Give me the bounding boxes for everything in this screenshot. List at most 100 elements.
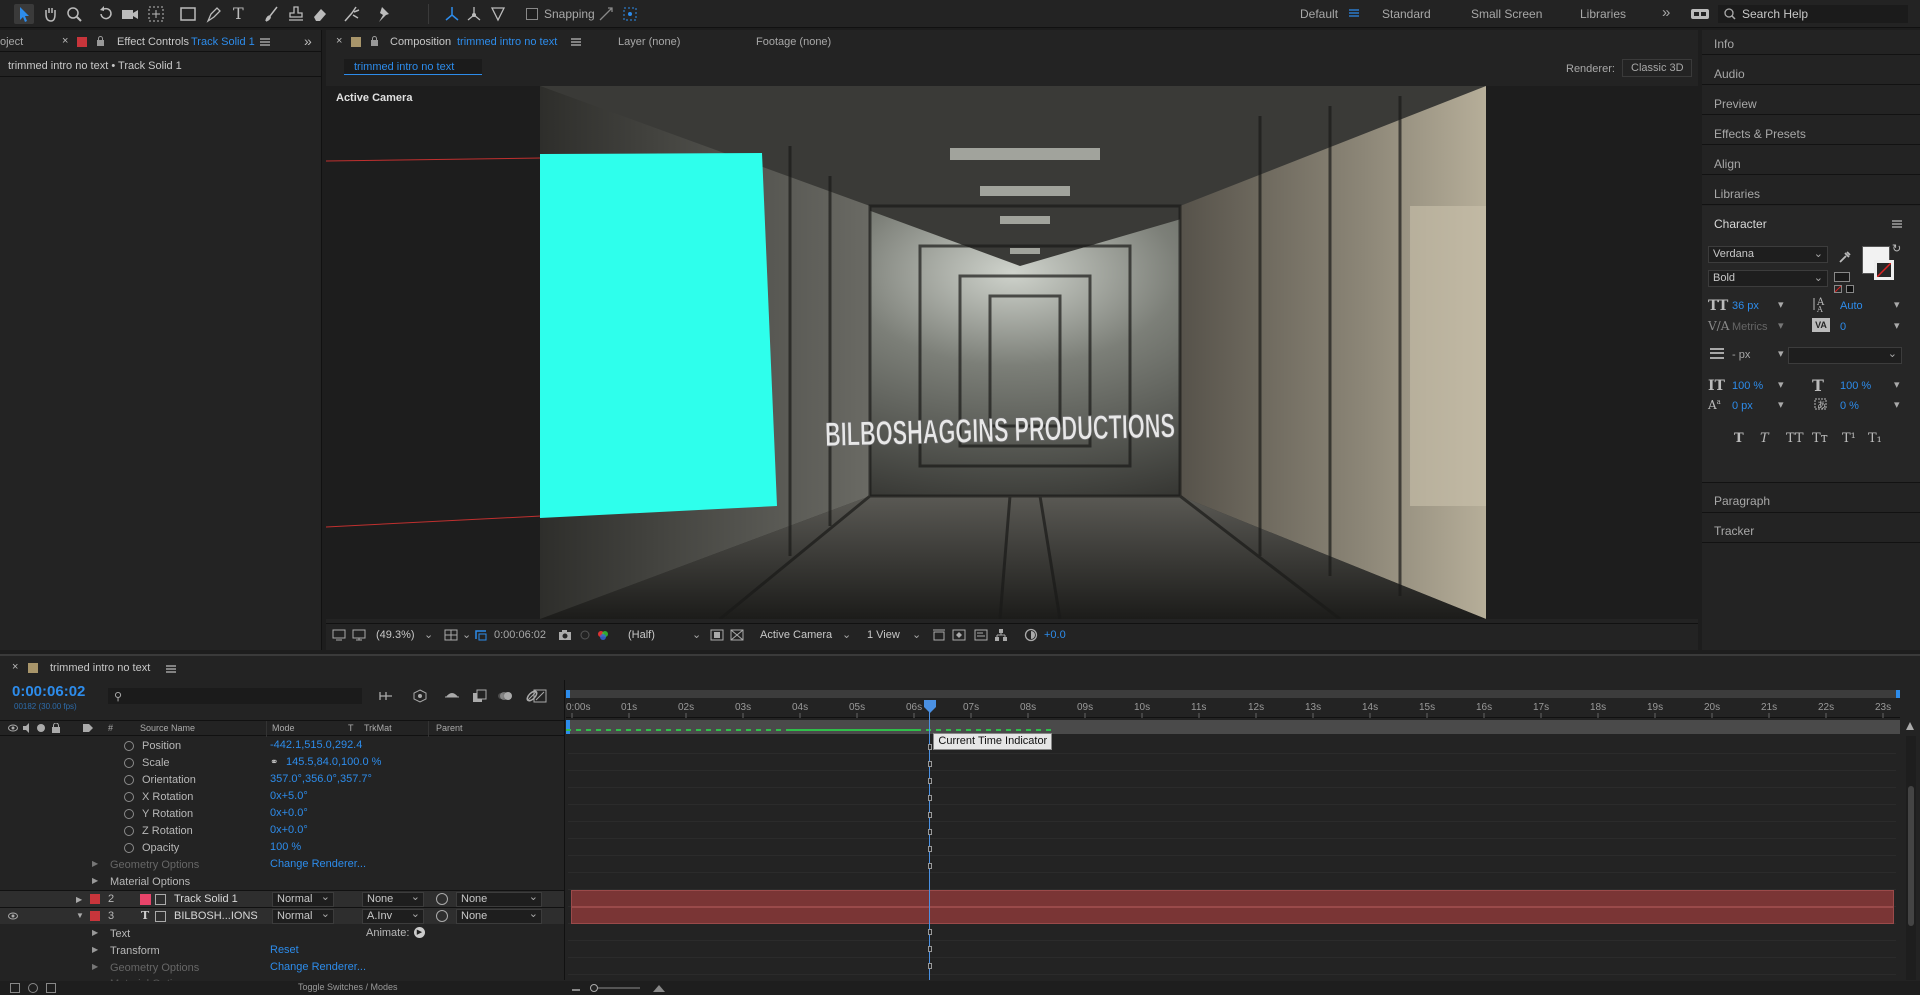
layer-3-trkmat-dropdown[interactable]: A.Inv ⌄ <box>362 908 424 924</box>
libraries-panel-header[interactable]: Libraries <box>1714 187 1760 201</box>
source-name-header[interactable]: Source Name <box>140 723 195 733</box>
animate-menu-icon[interactable]: ▶ <box>414 927 425 938</box>
pen-tool-icon[interactable] <box>204 4 224 24</box>
effects-presets-panel-header[interactable]: Effects & Presets <box>1714 127 1806 141</box>
range-start-handle[interactable] <box>566 720 570 734</box>
comp-panel-menu-icon[interactable] <box>571 37 581 47</box>
layer-2-pickwhip-icon[interactable] <box>436 893 448 905</box>
paragraph-panel-header[interactable]: Paragraph <box>1714 494 1770 508</box>
camera-tool-icon[interactable] <box>120 4 140 24</box>
selection-tool-icon[interactable] <box>14 4 34 24</box>
tsume-value[interactable]: 0 % <box>1840 400 1859 412</box>
always-preview-icon[interactable] <box>332 629 346 641</box>
tab-footage[interactable]: Footage (none) <box>756 36 831 48</box>
eyedropper-icon[interactable] <box>1838 250 1852 264</box>
viewer-timecode[interactable]: 0:00:06:02 <box>494 629 546 641</box>
brush-tool-icon[interactable] <box>262 4 282 24</box>
close-timeline-tab-icon[interactable]: × <box>12 661 18 673</box>
change-renderer-2-link[interactable]: Change Renderer... <box>270 961 366 973</box>
swap-colors-icon[interactable]: ↻ <box>1892 242 1901 255</box>
no-stroke-icon[interactable] <box>1834 285 1842 293</box>
transform-twirl-icon[interactable]: ▶ <box>92 945 98 954</box>
resolution-dropdown[interactable]: (Half) <box>628 629 655 641</box>
stroke-width-value[interactable]: - px <box>1732 349 1750 361</box>
material-options-twirl-icon[interactable]: ▶ <box>92 876 98 885</box>
prop-y-rotation-value[interactable]: 0x+0.0° <box>270 807 308 819</box>
roto-brush-tool-icon[interactable] <box>342 4 362 24</box>
search-help-field[interactable]: Search Help <box>1718 5 1908 23</box>
prop-z-rotation-value[interactable]: 0x+0.0° <box>270 824 308 836</box>
layer-3-twirl-icon[interactable]: ▼ <box>76 911 84 920</box>
work-area-start-handle[interactable] <box>566 690 570 698</box>
keyframe-marker[interactable] <box>928 846 933 852</box>
stopwatch-position-icon[interactable] <box>124 741 134 751</box>
layer-row-3[interactable]: ▼ 3 T BILBOSH...IONS Normal ⌄ A.Inv ⌄ No… <box>0 907 564 924</box>
transparency-grid-icon[interactable] <box>730 629 744 641</box>
tab-composition-name[interactable]: trimmed intro no text <box>457 36 557 48</box>
keyframe-marker[interactable] <box>928 795 933 801</box>
baseline-shift-chevron-icon[interactable]: ▾ <box>1778 398 1784 411</box>
tab-composition-prefix[interactable]: Composition <box>390 36 451 48</box>
frame-blending-icon[interactable] <box>472 689 488 703</box>
layer-3-name[interactable]: BILBOSH...IONS <box>174 910 258 922</box>
layer-2-mode-dropdown[interactable]: Normal ⌄ <box>272 891 334 907</box>
channels-icon[interactable] <box>596 629 610 641</box>
kerning-value[interactable]: Metrics <box>1732 321 1767 333</box>
pan-behind-tool-icon[interactable] <box>146 4 166 24</box>
timeline-comp-tab[interactable]: trimmed intro no text <box>50 662 150 674</box>
zoom-level[interactable]: (49.3%) <box>376 629 415 641</box>
keyframe-marker[interactable] <box>928 778 933 784</box>
view-layout-dropdown[interactable]: 1 View <box>867 629 900 641</box>
layer-switches-icon[interactable] <box>10 983 20 993</box>
keyframe-marker[interactable] <box>928 929 933 935</box>
prop-x-rotation-value[interactable]: 0x+5.0° <box>270 790 308 802</box>
stroke-color-swatch[interactable] <box>1874 260 1894 280</box>
horizontal-scale-chevron-icon[interactable]: ▾ <box>1894 378 1900 391</box>
faux-italic-button[interactable]: T <box>1760 431 1769 446</box>
zoom-tool-icon[interactable] <box>64 4 84 24</box>
comp-mini-flowchart-icon[interactable] <box>378 690 394 702</box>
layer-2-name[interactable]: Track Solid 1 <box>174 893 238 905</box>
prop-position-value[interactable]: -442.1,515.0,292.4 <box>270 739 362 751</box>
timeline-zoom-thumb[interactable] <box>590 984 598 992</box>
layer-3-parent-dropdown[interactable]: None ⌄ <box>456 908 542 924</box>
tracking-chevron-icon[interactable]: ▾ <box>1894 319 1900 332</box>
superscript-button[interactable]: T¹ <box>1842 431 1856 446</box>
tab-effect-controls[interactable]: Effect Controls <box>117 36 189 48</box>
transform-reset-link[interactable]: Reset <box>270 944 299 956</box>
zoom-in-icon[interactable] <box>652 983 666 993</box>
vertical-scale-value[interactable]: 100 % <box>1732 380 1763 392</box>
work-area-bar[interactable] <box>566 690 1900 698</box>
layer-2-twirl-icon[interactable]: ▶ <box>76 895 82 904</box>
timeline-scrollbar-thumb[interactable] <box>1908 786 1914 926</box>
tracker-panel-header[interactable]: Tracker <box>1714 524 1754 538</box>
shy-layers-icon[interactable] <box>444 688 460 702</box>
comp-lock-icon[interactable] <box>370 36 379 46</box>
kerning-chevron-icon[interactable]: ▾ <box>1778 319 1784 332</box>
close-comp-tab-icon[interactable]: × <box>336 35 342 47</box>
snapping-checkbox[interactable] <box>526 8 538 20</box>
prop-opacity-value[interactable]: 100 % <box>270 841 301 853</box>
timeline-icon[interactable] <box>974 629 988 641</box>
all-caps-button[interactable]: TT <box>1786 431 1804 446</box>
view-axis-mode-icon[interactable] <box>488 4 508 24</box>
leading-chevron-icon[interactable]: ▾ <box>1894 298 1900 311</box>
composition-viewer[interactable]: Active Camera BILBOSHAGGINS PRODUCTIONS <box>326 86 1698 619</box>
toggle-switches-modes-button[interactable]: Toggle Switches / Modes <box>298 982 398 992</box>
faux-bold-button[interactable]: T <box>1734 431 1744 446</box>
leading-value[interactable]: Auto <box>1840 300 1863 312</box>
layer-2-label-color[interactable] <box>90 894 100 904</box>
vertical-scale-chevron-icon[interactable]: ▾ <box>1778 378 1784 391</box>
font-size-value[interactable]: 36 px <box>1732 300 1759 312</box>
rectangle-tool-icon[interactable] <box>178 4 198 24</box>
comp-button-icon[interactable] <box>1904 720 1916 734</box>
comp-navigator-tab[interactable]: trimmed intro no text <box>344 59 482 75</box>
subscript-button[interactable]: T₁ <box>1868 431 1882 446</box>
layer-3-duration-bar[interactable] <box>571 907 1894 924</box>
stopwatch-y-rotation-icon[interactable] <box>124 809 134 819</box>
motion-blur-icon[interactable] <box>498 689 514 703</box>
world-axis-mode-icon[interactable] <box>464 4 484 24</box>
layer-3-mode-dropdown[interactable]: Normal ⌄ <box>272 908 334 924</box>
transfer-controls-icon[interactable] <box>28 983 38 993</box>
tracking-value[interactable]: 0 <box>1840 321 1846 333</box>
